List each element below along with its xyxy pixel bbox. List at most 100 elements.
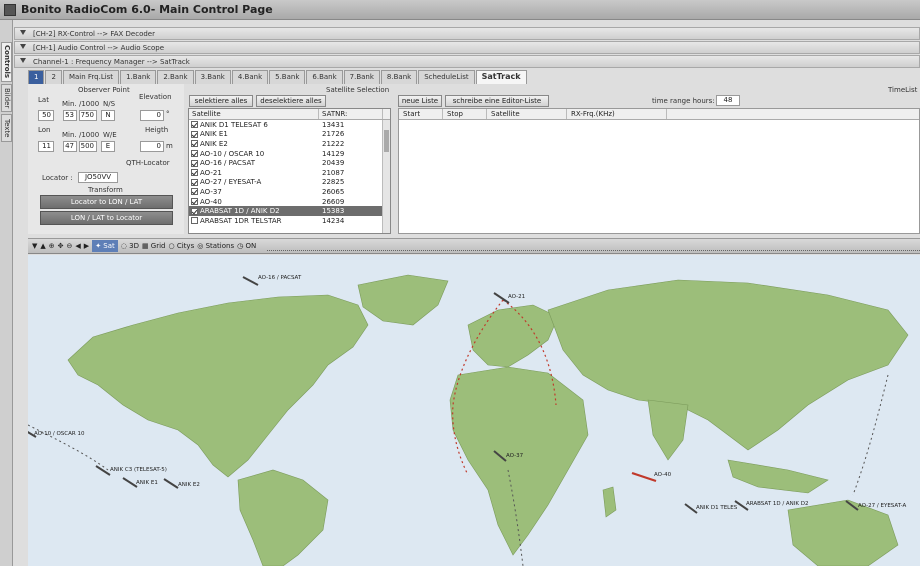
satellite-checkbox[interactable] xyxy=(191,159,198,167)
citys-toggle[interactable]: ○ Citys xyxy=(169,240,195,252)
satellite-row[interactable]: AO-16 / PACSAT 20439 xyxy=(189,158,390,168)
satellite-checkbox[interactable] xyxy=(191,207,198,215)
write-editor-list-button[interactable]: schreibe eine Editor-Liste xyxy=(445,95,549,107)
grid-toggle[interactable]: ▦ Grid xyxy=(142,240,166,252)
side-tab-bilder[interactable]: Bilder xyxy=(1,84,12,112)
locator-label: Locator : xyxy=(42,174,73,182)
satellite-checkbox[interactable] xyxy=(191,178,198,186)
channel-row-1[interactable]: [CH-2] RX-Control --> FAX Decoder xyxy=(14,27,920,40)
tab-bank-1[interactable]: 1.Bank xyxy=(120,70,157,84)
satellite-checkbox[interactable] xyxy=(191,198,198,206)
tab-1[interactable]: 1 xyxy=(28,70,45,84)
satellite-row[interactable]: AO-21 21087 xyxy=(189,168,390,178)
col-rx-frq[interactable]: RX-Frq.(KHz) xyxy=(567,109,667,119)
tab-bank-3[interactable]: 3.Bank xyxy=(194,70,231,84)
map-label-ao16: AO-16 / PACSAT xyxy=(258,275,302,281)
time-range-label: time range hours: xyxy=(652,97,715,105)
channel-row-3[interactable]: Channel-1 : Frequency Manager --> SatTra… xyxy=(14,55,920,68)
new-list-button[interactable]: neue Liste xyxy=(398,95,442,107)
collapse-arrow-icon[interactable] xyxy=(20,30,26,35)
satellite-checkbox[interactable] xyxy=(191,217,198,225)
side-tab-controls[interactable]: Controls xyxy=(1,42,12,82)
timeline-ruler[interactable] xyxy=(267,241,920,251)
arrow-left-icon[interactable]: ◀ xyxy=(75,240,80,252)
scroll-thumb[interactable] xyxy=(384,130,389,152)
satellite-checkbox[interactable] xyxy=(191,150,198,158)
landmass-madagascar xyxy=(602,486,617,518)
frac-label: /1000 xyxy=(79,100,100,108)
station-icon: ◎ xyxy=(197,242,206,250)
side-tab-texte[interactable]: Texte xyxy=(1,114,12,142)
satellite-name: AO-21 xyxy=(200,168,222,177)
side-tab-strip: Controls Bilder Texte xyxy=(0,20,13,566)
tab-bank-5[interactable]: 5.Bank xyxy=(269,70,306,84)
world-map[interactable]: AO-16 / PACSAT AO-21 AO-10 / OSCAR 10 AN… xyxy=(28,255,920,566)
lat-deg-input[interactable]: 50 xyxy=(38,110,54,121)
satellite-checkbox[interactable] xyxy=(191,140,198,148)
3d-toggle[interactable]: ◌ 3D xyxy=(121,240,139,252)
satellite-row[interactable]: AO-40 26609 xyxy=(189,197,390,207)
tab-main-frq-list[interactable]: Main Frq.List xyxy=(62,70,120,84)
arrow-down-icon[interactable]: ▼ xyxy=(32,240,37,252)
satellite-row[interactable]: ANIK E1 21726 xyxy=(189,130,390,140)
satellite-row[interactable]: AO-10 / OSCAR 10 14129 xyxy=(189,149,390,159)
landmass-south-america xyxy=(237,469,329,566)
col-stop[interactable]: Stop xyxy=(443,109,487,119)
lat-ns-input[interactable]: N xyxy=(101,110,115,121)
arrow-right-icon[interactable]: ▶ xyxy=(84,240,89,252)
satellite-checkbox[interactable] xyxy=(191,130,198,138)
height-input[interactable]: 0 xyxy=(140,141,164,152)
tab-sattrack[interactable]: SatTrack xyxy=(475,70,527,84)
locator-to-lonlat-button[interactable]: Locator to LON / LAT xyxy=(40,195,173,209)
lon-deg-input[interactable]: 11 xyxy=(38,141,54,152)
lat-frac-input[interactable]: 750 xyxy=(79,110,97,121)
zoom-in-icon[interactable]: ⊕ xyxy=(49,240,55,252)
satellite-row[interactable]: AO-27 / EYESAT-A 22825 xyxy=(189,178,390,188)
collapse-arrow-icon[interactable] xyxy=(20,58,26,63)
tab-bank-4[interactable]: 4.Bank xyxy=(231,70,269,84)
col-satnr[interactable]: SATNR: xyxy=(319,109,383,119)
zoom-out-icon[interactable]: ⊖ xyxy=(67,240,73,252)
tab-bank-7[interactable]: 7.Bank xyxy=(343,70,380,84)
landmass-north-america xyxy=(67,294,369,478)
arrow-up-icon[interactable]: ▲ xyxy=(40,240,45,252)
col-satellite[interactable]: Satellite xyxy=(487,109,567,119)
satellite-scrollbar[interactable] xyxy=(382,120,390,233)
sat-toggle[interactable]: ✦ Sat xyxy=(92,240,118,252)
satellite-row[interactable]: ANIK E2 21222 xyxy=(189,139,390,149)
tab-schedule-list[interactable]: ScheduleList xyxy=(418,70,475,84)
tab-bank-2[interactable]: 2.Bank xyxy=(157,70,194,84)
satellite-row[interactable]: ARABSAT 1DR TELSTAR 14234 xyxy=(189,216,390,226)
time-range-input[interactable]: 48 xyxy=(716,95,740,106)
citys-label: Citys xyxy=(176,242,195,250)
lon-frac-input[interactable]: 500 xyxy=(79,141,97,152)
satellite-checkbox[interactable] xyxy=(191,121,198,129)
col-satellite[interactable]: Satellite xyxy=(189,109,319,119)
move-icon[interactable]: ✥ xyxy=(58,240,64,252)
timelist-table: Start Stop Satellite RX-Frq.(KHz) xyxy=(398,108,920,234)
deselect-all-button[interactable]: deselektiere alles xyxy=(256,95,326,107)
satellite-row[interactable]: ANIK D1 TELESAT 6 13431 xyxy=(189,120,390,130)
satellite-checkbox[interactable] xyxy=(191,188,198,196)
elevation-input[interactable]: 0 xyxy=(140,110,164,121)
we-label: W/E xyxy=(103,131,117,139)
transform-label: Transform xyxy=(88,186,123,194)
lon-we-input[interactable]: E xyxy=(101,141,115,152)
satellite-checkbox[interactable] xyxy=(191,169,198,177)
locator-input[interactable]: JO50VV xyxy=(78,172,118,183)
collapse-arrow-icon[interactable] xyxy=(20,44,26,49)
col-start[interactable]: Start xyxy=(399,109,443,119)
satellite-table-header: Satellite SATNR: xyxy=(189,109,390,120)
tab-bank-6[interactable]: 6.Bank xyxy=(306,70,343,84)
tab-bank-8[interactable]: 8.Bank xyxy=(380,70,418,84)
lonlat-to-locator-button[interactable]: LON / LAT to Locator xyxy=(40,211,173,225)
lon-min-input[interactable]: 47 xyxy=(63,141,77,152)
select-all-button[interactable]: selektiere alles xyxy=(189,95,253,107)
satellite-row[interactable]: AO-37 26065 xyxy=(189,187,390,197)
satellite-row[interactable]: ARABSAT 1D / ANIK D2 15383 xyxy=(189,206,390,216)
stations-toggle[interactable]: ◎ Stations xyxy=(197,240,234,252)
clock-toggle[interactable]: ◷ ON xyxy=(237,240,256,252)
lat-min-input[interactable]: 53 xyxy=(63,110,77,121)
tab-2[interactable]: 2 xyxy=(45,70,62,84)
channel-row-2[interactable]: [CH-1] Audio Control --> Audio Scope xyxy=(14,41,920,54)
